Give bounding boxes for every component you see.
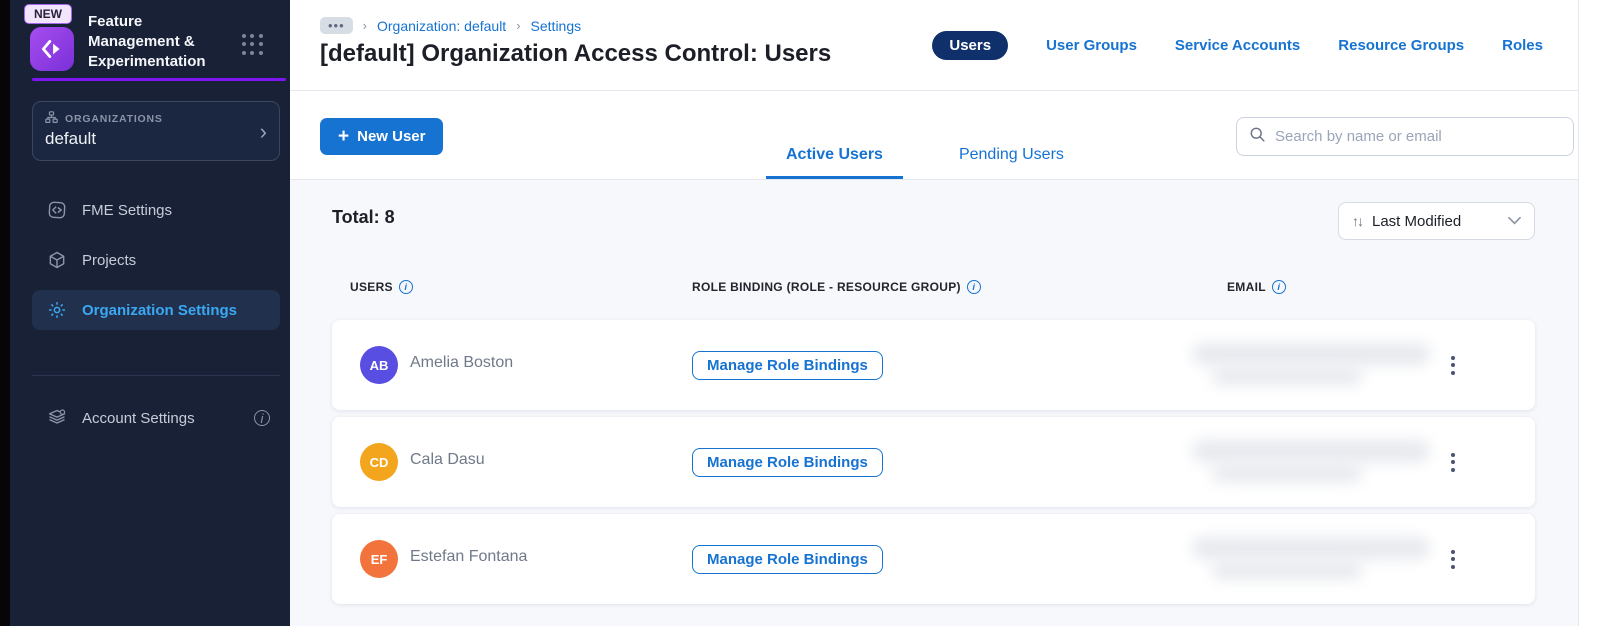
breadcrumb-separator: ›	[362, 18, 367, 33]
window-edge	[0, 0, 10, 626]
tab-users[interactable]: Users	[932, 31, 1009, 60]
sidebar-item-label: FME Settings	[82, 201, 173, 219]
row-menu-kebab-icon[interactable]	[1444, 545, 1462, 573]
chevron-down-icon	[1508, 212, 1521, 230]
search-box	[1236, 117, 1574, 156]
user-state-tabs: Active Users Pending Users	[766, 146, 1084, 179]
organizations-label: ORGANIZATIONS	[65, 113, 163, 125]
info-icon[interactable]: i	[254, 410, 270, 426]
toolbar: + New User Active Users Pending Users	[290, 91, 1578, 180]
info-icon[interactable]: i	[1271, 280, 1286, 294]
user-name: Amelia Boston	[410, 354, 514, 371]
app-title: Feature Management & Experimentation	[88, 13, 206, 70]
breadcrumb: ••• › Organization: default › Settings	[320, 17, 581, 34]
users-table: AB Amelia Boston Manage Role Bindings CD…	[332, 320, 1535, 611]
avatar: CD	[360, 443, 398, 481]
org-hierarchy-icon	[45, 111, 58, 127]
search-input[interactable]	[1275, 128, 1561, 145]
access-control-nav: Users User Groups Service Accounts Resou…	[932, 31, 1543, 60]
sidebar-item-account-settings[interactable]: Account Settings i	[32, 398, 280, 438]
sidebar-item-fme-settings[interactable]: FME Settings	[32, 190, 280, 230]
organization-selector[interactable]: ORGANIZATIONS default ›	[32, 101, 280, 161]
email-redacted	[1182, 531, 1442, 587]
manage-role-bindings-button[interactable]: Manage Role Bindings	[692, 448, 883, 477]
sort-selected-value: Last Modified	[1372, 212, 1462, 230]
tab-user-groups[interactable]: User Groups	[1046, 37, 1137, 54]
main-panel: ••• › Organization: default › Settings […	[290, 0, 1578, 626]
new-user-button-label: New User	[357, 128, 426, 145]
row-menu-kebab-icon[interactable]	[1444, 448, 1462, 476]
tab-active-users[interactable]: Active Users	[766, 146, 903, 179]
column-header-users: USERS i	[350, 280, 413, 294]
column-header-role-binding: ROLE BINDING (ROLE - RESOURCE GROUP) i	[692, 280, 981, 294]
app-switcher-icon[interactable]	[242, 34, 264, 56]
avatar: EF	[360, 540, 398, 578]
search-icon	[1249, 126, 1266, 148]
right-gutter	[1578, 0, 1600, 626]
sidebar-menu: FME Settings Projects Organization Setti…	[32, 190, 280, 340]
user-name: Cala Dasu	[410, 451, 485, 468]
page-header: ••• › Organization: default › Settings […	[290, 0, 1578, 91]
breadcrumb-link-organization[interactable]: Organization: default	[377, 18, 506, 34]
fme-settings-icon	[46, 200, 68, 220]
table-row: CD Cala Dasu Manage Role Bindings	[332, 417, 1535, 507]
cube-icon	[46, 250, 68, 270]
table-row: EF Estefan Fontana Manage Role Bindings	[332, 514, 1535, 604]
gear-icon	[46, 300, 68, 320]
sort-dropdown[interactable]: ↑↓ Last Modified	[1338, 202, 1535, 240]
breadcrumb-separator: ›	[516, 18, 521, 33]
page-title: [default] Organization Access Control: U…	[320, 40, 832, 67]
sidebar-item-label: Account Settings	[82, 409, 195, 427]
breadcrumb-ellipsis-button[interactable]: •••	[320, 17, 353, 34]
organization-name: default	[45, 129, 97, 148]
plus-icon: +	[338, 125, 350, 147]
sidebar-item-label: Organization Settings	[82, 301, 238, 319]
sort-arrows-icon: ↑↓	[1352, 213, 1364, 229]
breadcrumb-link-settings[interactable]: Settings	[531, 18, 582, 34]
email-redacted	[1182, 337, 1442, 393]
sidebar-accent-bar	[32, 78, 286, 81]
email-redacted	[1182, 434, 1442, 490]
info-icon[interactable]: i	[398, 280, 413, 294]
sidebar-item-projects[interactable]: Projects	[32, 240, 280, 280]
manage-role-bindings-button[interactable]: Manage Role Bindings	[692, 545, 883, 574]
user-name: Estefan Fontana	[410, 548, 528, 565]
avatar: AB	[360, 346, 398, 384]
sidebar-item-organization-settings[interactable]: Organization Settings	[32, 290, 280, 330]
info-icon[interactable]: i	[966, 280, 981, 294]
users-list-section: Total: 8 ↑↓ Last Modified USERS i ROLE B…	[290, 180, 1578, 626]
sidebar-divider	[32, 375, 280, 376]
layers-icon	[46, 408, 68, 428]
tab-resource-groups[interactable]: Resource Groups	[1338, 37, 1464, 54]
table-header-row: USERS i ROLE BINDING (ROLE - RESOURCE GR…	[332, 280, 1535, 298]
new-badge: NEW	[24, 4, 72, 24]
chevron-right-icon: ›	[259, 119, 267, 144]
manage-role-bindings-button[interactable]: Manage Role Bindings	[692, 351, 883, 380]
sidebar: NEW Feature Management & Experimentation…	[10, 0, 290, 626]
tab-pending-users[interactable]: Pending Users	[939, 146, 1084, 179]
fme-logo-icon	[30, 27, 74, 71]
row-menu-kebab-icon[interactable]	[1444, 351, 1462, 379]
tab-roles[interactable]: Roles	[1502, 37, 1543, 54]
table-row: AB Amelia Boston Manage Role Bindings	[332, 320, 1535, 410]
tab-service-accounts[interactable]: Service Accounts	[1175, 37, 1300, 54]
new-user-button[interactable]: + New User	[320, 118, 444, 155]
column-header-email: EMAIL i	[1227, 280, 1286, 294]
total-count: Total: 8	[332, 207, 395, 227]
sidebar-item-label: Projects	[82, 251, 137, 269]
